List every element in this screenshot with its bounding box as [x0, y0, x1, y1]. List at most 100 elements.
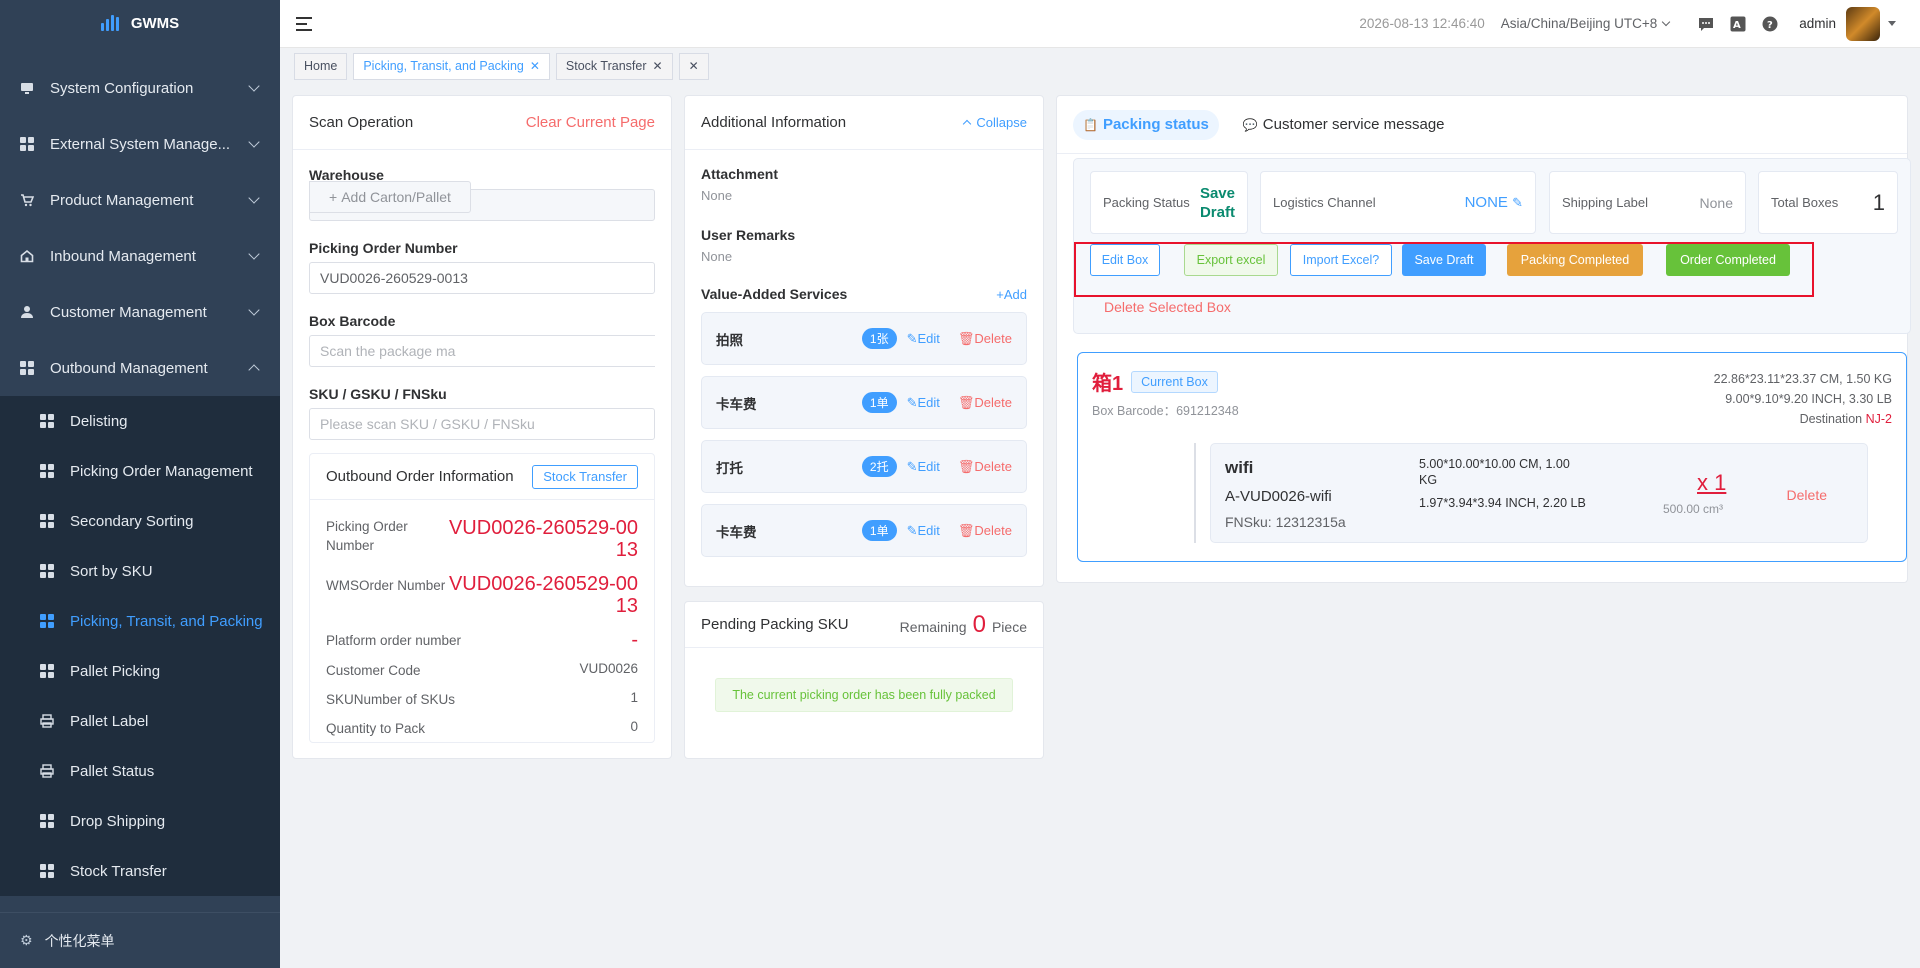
app-name: GWMS: [130, 14, 180, 32]
personalized-menu[interactable]: ⚙ 个性化菜单: [0, 912, 280, 968]
help-icon[interactable]: ?: [1761, 15, 1779, 33]
user-name[interactable]: admin: [1799, 16, 1836, 31]
edit-icon: ✎: [906, 458, 918, 474]
avatar[interactable]: [1846, 6, 1880, 41]
packing-completed-button[interactable]: Packing Completed: [1507, 244, 1643, 276]
cart-icon: [21, 194, 34, 207]
sidebar-item-system-configuration[interactable]: System Configuration: [0, 60, 280, 116]
edit-icon: ✎: [906, 330, 918, 346]
order-completed-button[interactable]: Order Completed: [1666, 244, 1790, 276]
box-card[interactable]: 箱1 Current Box Box Barcode：691212348 22.…: [1077, 352, 1907, 562]
info-row: Quantity to Pack 0: [326, 719, 638, 736]
close-icon[interactable]: ✕: [530, 59, 540, 73]
clear-page-button[interactable]: Clear Current Page: [526, 114, 655, 131]
tag-picking-transit-packing[interactable]: Picking, Transit, and Packing ✕: [353, 52, 550, 80]
import-excel-button[interactable]: Import Excel?: [1290, 244, 1392, 276]
save-draft-button[interactable]: Save Draft: [1402, 244, 1486, 276]
packing-status-value: Save Draft: [1199, 184, 1235, 221]
scan-operation-panel: Scan Operation Clear Current Page Wareho…: [292, 95, 672, 759]
tag-home[interactable]: Home: [294, 52, 348, 80]
sidebar-item-inbound-management[interactable]: Inbound Management: [0, 228, 280, 284]
vas-delete-button[interactable]: 🗑Delete: [958, 395, 1012, 411]
timezone-select[interactable]: Asia/China/Beijing UTC+8: [1501, 16, 1671, 31]
grid-icon: [40, 614, 54, 628]
sidebar-item-drop-shipping[interactable]: Drop Shipping: [0, 796, 280, 846]
printer-icon: [40, 714, 54, 728]
sku-quantity[interactable]: x 1: [1697, 470, 1726, 496]
stock-transfer-button[interactable]: Stock Transfer: [532, 464, 638, 489]
vas-qty-badge: 1单: [861, 520, 897, 541]
sku-name: wifi: [1225, 458, 1254, 477]
fnsku: FNSku: 12312315a: [1225, 514, 1346, 530]
printer-icon: [40, 764, 54, 778]
destination-value: NJ-2: [1865, 412, 1892, 426]
packing-status-card: Packing Status Save Draft: [1090, 171, 1248, 234]
export-excel-button[interactable]: Export excel: [1184, 244, 1278, 276]
sidebar-item-external-system[interactable]: External System Manage...: [0, 116, 280, 172]
sidebar-item-picking-order-management[interactable]: Picking Order Management: [0, 446, 280, 496]
info-row: SKUNumber of SKUs 1: [326, 690, 638, 707]
info-row: WMSOrder Number VUD0026-260529-0013: [326, 573, 638, 617]
sidebar-item-customer-management[interactable]: Customer Management: [0, 284, 280, 340]
sku-delete-button[interactable]: Delete: [1787, 487, 1827, 503]
menu-toggle-icon[interactable]: [296, 16, 312, 31]
sku-input[interactable]: Please scan SKU / GSKU / FNSku: [309, 408, 655, 440]
packing-status-box: Packing Status Save Draft Logistics Chann…: [1073, 158, 1911, 334]
plus-icon: +: [329, 189, 338, 205]
delete-selected-box-button[interactable]: Delete Selected Box: [1104, 299, 1231, 315]
trash-icon: 🗑: [957, 522, 975, 538]
sidebar-item-outbound-management[interactable]: Outbound Management: [0, 340, 280, 396]
sidebar-item-delisting[interactable]: Delisting: [0, 396, 280, 446]
caret-down-icon[interactable]: [1888, 21, 1896, 26]
close-all-tags-button[interactable]: ✕: [678, 52, 709, 80]
current-box-badge: Current Box: [1131, 370, 1218, 393]
sku-volume: 500.00 cm³: [1663, 502, 1724, 516]
box-barcode-input[interactable]: Scan the package ma: [309, 335, 655, 367]
sidebar-item-pallet-picking[interactable]: Pallet Picking: [0, 646, 280, 696]
chat-icon: 💬: [1242, 117, 1258, 132]
app-logo[interactable]: GWMS: [0, 0, 280, 46]
outbound-order-title: Outbound Order Information: [326, 468, 514, 485]
total-boxes-card: Total Boxes 1: [1758, 171, 1898, 234]
vas-qty-badge: 1张: [861, 328, 897, 349]
picking-order-field[interactable]: VUD0026-260529-0013: [309, 262, 655, 294]
message-icon[interactable]: [1697, 15, 1715, 33]
sidebar-item-secondary-sorting[interactable]: Secondary Sorting: [0, 496, 280, 546]
vas-delete-button[interactable]: 🗑Delete: [958, 331, 1012, 347]
tag-stock-transfer[interactable]: Stock Transfer ✕: [555, 52, 673, 80]
pending-title: Pending Packing SKU: [701, 616, 849, 633]
vas-item: 拍照 1张 ✎Edit 🗑Delete: [701, 312, 1027, 365]
sidebar-item-sort-by-sku[interactable]: Sort by SKU: [0, 546, 280, 596]
edit-icon: ✎: [906, 394, 918, 410]
close-icon[interactable]: ✕: [653, 59, 663, 73]
collapse-button[interactable]: Collapse: [963, 115, 1027, 130]
logo-icon: [100, 15, 119, 31]
edit-icon[interactable]: ✎: [1512, 195, 1523, 210]
add-carton-button[interactable]: + Add Carton/Pallet: [309, 181, 471, 213]
sidebar-item-stock-transfer[interactable]: Stock Transfer: [0, 846, 280, 896]
edit-box-button[interactable]: Edit Box: [1090, 244, 1160, 276]
tab-packing-status[interactable]: 📋 Packing status: [1073, 109, 1219, 140]
translate-icon[interactable]: A: [1729, 15, 1747, 33]
vas-edit-button[interactable]: ✎Edit: [907, 331, 940, 347]
vas-delete-button[interactable]: 🗑Delete: [958, 523, 1012, 539]
top-header: 2026-08-13 12:46:40 Asia/China/Beijing U…: [280, 0, 1920, 48]
sidebar-item-pallet-status[interactable]: Pallet Status: [0, 746, 280, 796]
gear-icon: ⚙: [20, 932, 33, 948]
vas-delete-button[interactable]: 🗑Delete: [958, 459, 1012, 475]
tab-customer-service-message[interactable]: 💬 Customer service message: [1233, 110, 1455, 140]
logistics-channel-value[interactable]: NONE ✎: [1465, 194, 1523, 211]
total-boxes-value: 1: [1872, 189, 1885, 215]
picking-order-label: Picking Order Number: [309, 240, 458, 256]
additional-info-panel: Additional Information Collapse Attachme…: [684, 95, 1044, 587]
vas-edit-button[interactable]: ✎Edit: [907, 523, 940, 539]
vas-edit-button[interactable]: ✎Edit: [907, 395, 940, 411]
chevron-down-icon: [248, 192, 260, 204]
vas-edit-button[interactable]: ✎Edit: [907, 459, 940, 475]
sidebar-item-pallet-label[interactable]: Pallet Label: [0, 696, 280, 746]
sidebar-item-picking-transit-packing[interactable]: Picking, Transit, and Packing: [0, 596, 280, 646]
sidebar-item-product-management[interactable]: Product Management: [0, 172, 280, 228]
fully-packed-alert: The current picking order has been fully…: [715, 678, 1013, 712]
remaining-count: 0: [972, 610, 986, 638]
add-vas-button[interactable]: +Add: [996, 287, 1027, 302]
